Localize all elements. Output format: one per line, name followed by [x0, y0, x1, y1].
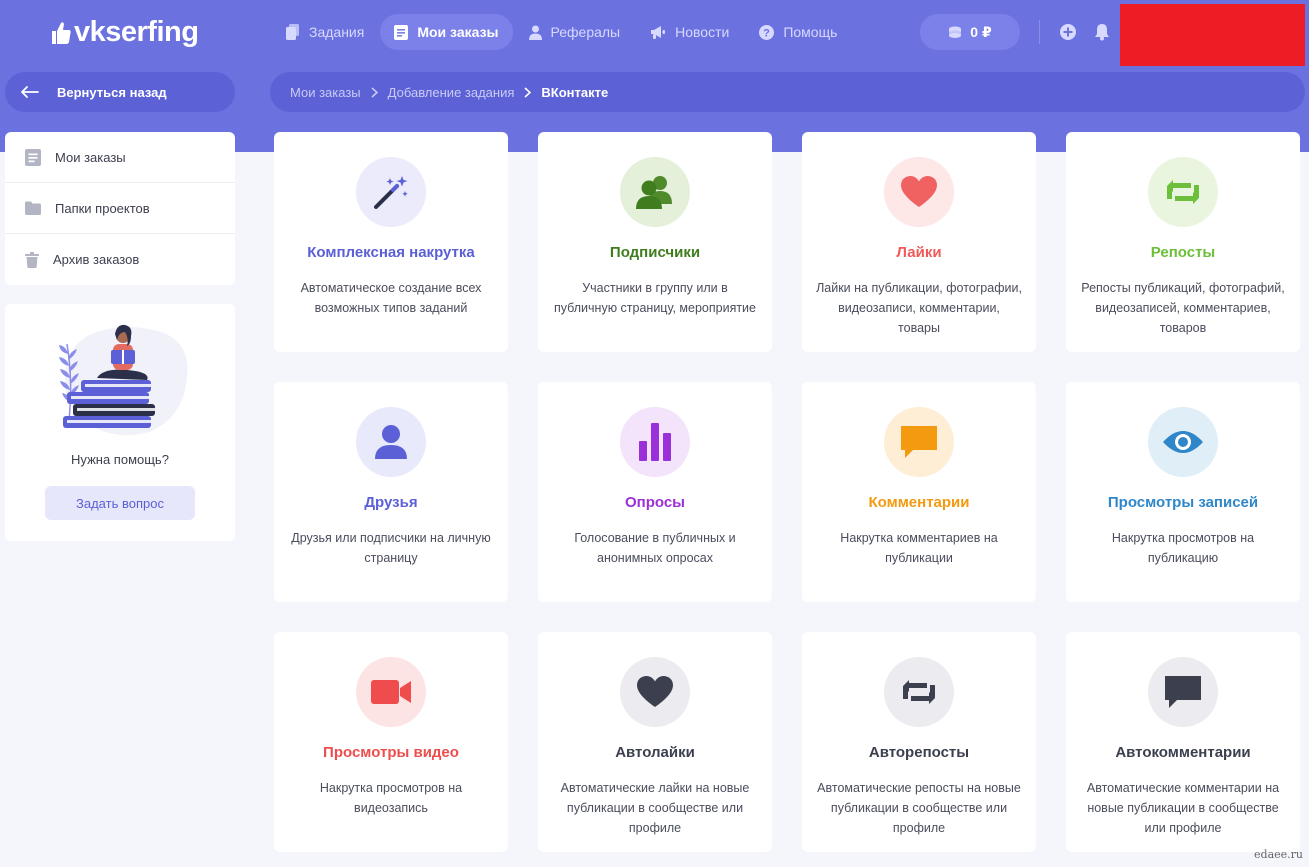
nav-referrals-label: Рефералы	[550, 24, 621, 40]
sidebar-item-order-archive[interactable]: Архив заказов	[5, 234, 235, 285]
card-auto-reposts[interactable]: Авторепосты Автоматические репосты на но…	[802, 632, 1036, 852]
card-title: Комплексная накрутка	[307, 244, 475, 261]
megaphone-icon	[651, 26, 666, 39]
nav-help[interactable]: ? Помощь	[745, 14, 851, 50]
nav-tasks[interactable]: Задания	[272, 14, 378, 50]
breadcrumb-add-task[interactable]: Добавление задания	[388, 85, 515, 100]
card-title: Просмотры записей	[1107, 494, 1259, 511]
chevron-right-icon	[371, 86, 378, 98]
back-button-label: Вернуться назад	[57, 84, 167, 100]
help-title: Нужна помощь?	[71, 452, 169, 467]
card-complex[interactable]: Комплексная накрутка Автоматическое созд…	[274, 132, 508, 352]
card-description: Репосты публикаций, фотографий, видеозап…	[1081, 281, 1285, 335]
watermark: edaee.ru	[1254, 848, 1303, 861]
logo-text: vkserfing	[74, 16, 199, 48]
bar-chart-icon	[620, 407, 690, 477]
trash-icon	[25, 251, 39, 268]
card-description: Автоматические репосты на новые публикац…	[817, 781, 1021, 835]
folder-icon	[25, 201, 41, 215]
card-likes[interactable]: Лайки Лайки на публикации, фотографии, в…	[802, 132, 1036, 352]
sidebar-item-label: Мои заказы	[55, 149, 126, 165]
card-title: Репосты	[1150, 244, 1216, 261]
card-title: Друзья	[364, 494, 418, 511]
card-title: Автокомментарии	[1115, 744, 1251, 761]
header-divider	[1039, 20, 1040, 44]
card-title: Автолайки	[615, 744, 695, 761]
card-title: Авторепосты	[868, 744, 970, 761]
comment-icon	[1148, 657, 1218, 727]
card-description: Накрутка комментариев на публикации	[840, 531, 998, 565]
user-icon	[528, 25, 542, 40]
card-description: Автоматические комментарии на новые публ…	[1086, 781, 1280, 835]
person-icon	[356, 407, 426, 477]
thumbs-up-icon	[52, 21, 71, 44]
redacted-profile-area	[1120, 4, 1305, 66]
card-description: Друзья или подписчики на личную страницу	[291, 531, 491, 565]
card-title: Просмотры видео	[323, 744, 459, 761]
card-comments[interactable]: Комментарии Накрутка комментариев на пуб…	[802, 382, 1036, 602]
card-description: Накрутка просмотров на публикацию	[1111, 531, 1255, 565]
card-title: Подписчики	[609, 244, 701, 261]
repost-icon	[884, 657, 954, 727]
card-reposts[interactable]: Репосты Репосты публикаций, фотографий, …	[1066, 132, 1300, 352]
card-description: Автоматические лайки на новые публикации…	[560, 781, 750, 835]
card-subscribers[interactable]: Подписчики Участники в группу или в публ…	[538, 132, 772, 352]
nav-help-label: Помощь	[783, 24, 838, 40]
chevron-right-icon	[524, 86, 532, 98]
repost-icon	[1148, 157, 1218, 227]
card-description: Накрутка просмотров на видеозапись	[319, 781, 463, 815]
svg-text:?: ?	[763, 27, 770, 39]
balance-button[interactable]: 0 ₽	[920, 14, 1020, 50]
bell-icon[interactable]	[1093, 23, 1111, 41]
nav-news[interactable]: Новости	[636, 14, 743, 50]
sidebar-menu: Мои заказы Папки проектов Архив заказов	[5, 132, 235, 285]
nav-tasks-label: Задания	[309, 24, 365, 40]
card-description: Автоматическое создание всех возможных т…	[300, 281, 482, 315]
card-title: Лайки	[896, 244, 942, 261]
video-camera-icon	[356, 657, 426, 727]
breadcrumb-current: ВКонтакте	[541, 84, 609, 100]
ask-question-button[interactable]: Задать вопрос	[45, 486, 195, 520]
card-title: Комментарии	[868, 494, 970, 511]
nav-my-orders-label: Мои заказы	[417, 24, 499, 40]
document-icon	[25, 148, 41, 166]
arrow-left-icon	[21, 86, 39, 98]
card-description: Голосование в публичных и анонимных опро…	[574, 531, 736, 565]
card-description: Лайки на публикации, фотографии, видеоза…	[816, 281, 1022, 335]
help-icon: ?	[759, 24, 775, 40]
document-icon	[394, 24, 409, 40]
sidebar-item-label: Архив заказов	[53, 252, 140, 267]
balance-value: 0 ₽	[970, 23, 992, 40]
nav-referrals[interactable]: Рефералы	[515, 14, 635, 50]
heart-icon	[620, 657, 690, 727]
coins-icon	[949, 26, 962, 38]
copy-icon	[286, 24, 299, 40]
magic-wand-icon	[356, 157, 426, 227]
breadcrumb: Мои заказы Добавление задания ВКонтакте	[270, 72, 1305, 112]
sidebar-item-project-folders[interactable]: Папки проектов	[5, 183, 235, 234]
eye-icon	[1148, 407, 1218, 477]
card-post-views[interactable]: Просмотры записей Накрутка просмотров на…	[1066, 382, 1300, 602]
heart-icon	[884, 157, 954, 227]
nav-news-label: Новости	[675, 24, 730, 40]
main-nav: Задания Мои заказы Рефералы Новости ? По…	[272, 14, 853, 50]
comment-icon	[884, 407, 954, 477]
card-title: Опросы	[624, 494, 685, 511]
card-auto-likes[interactable]: Автолайки Автоматические лайки на новые …	[538, 632, 772, 852]
users-icon	[620, 157, 690, 227]
sidebar-item-my-orders[interactable]: Мои заказы	[5, 132, 235, 183]
sidebar-item-label: Папки проектов	[55, 200, 150, 216]
card-video-views[interactable]: Просмотры видео Накрутка просмотров на в…	[274, 632, 508, 852]
nav-my-orders[interactable]: Мои заказы	[380, 14, 513, 50]
plus-icon[interactable]	[1059, 23, 1077, 41]
reading-girl-illustration	[59, 324, 188, 436]
logo[interactable]: vkserfing	[50, 16, 199, 49]
back-button[interactable]: Вернуться назад	[5, 72, 235, 112]
breadcrumb-my-orders[interactable]: Мои заказы	[290, 85, 361, 100]
card-polls[interactable]: Опросы Голосование в публичных и анонимн…	[538, 382, 772, 602]
card-auto-comments[interactable]: Автокомментарии Автоматические комментар…	[1066, 632, 1300, 852]
card-description: Участники в группу или в публичную стран…	[554, 281, 756, 315]
card-friends[interactable]: Друзья Друзья или подписчики на личную с…	[274, 382, 508, 602]
help-box: Нужна помощь? Задать вопрос	[5, 304, 235, 541]
